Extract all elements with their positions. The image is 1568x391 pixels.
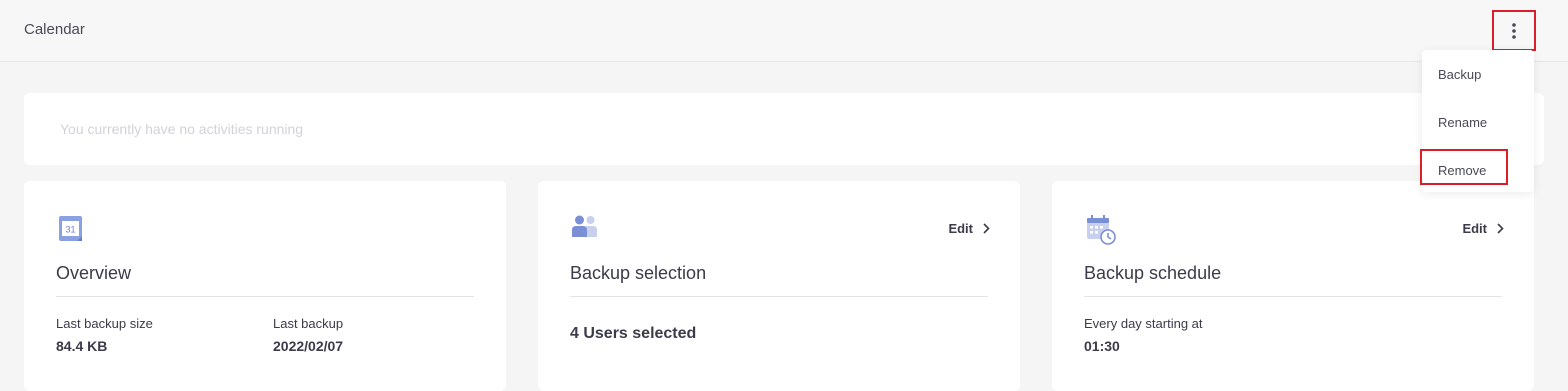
edit-label: Edit xyxy=(948,221,973,236)
divider xyxy=(570,296,988,297)
menu-item-backup[interactable]: Backup xyxy=(1438,67,1481,82)
backup-selection-card: Edit Backup selection 4 Users selected xyxy=(538,181,1020,391)
overview-title: Overview xyxy=(56,263,132,283)
backup-schedule-title: Backup schedule xyxy=(1084,263,1222,283)
last-backup-size-label: Last backup size xyxy=(56,316,153,331)
options-dropdown-menu: Backup Rename Remove xyxy=(1420,50,1534,192)
svg-text:31: 31 xyxy=(65,225,75,235)
page-title: Calendar xyxy=(24,21,85,38)
calendar-clock-icon xyxy=(1086,215,1116,250)
schedule-frequency-label: Every day starting at xyxy=(1084,316,1203,331)
menu-item-remove[interactable]: Remove xyxy=(1438,163,1486,178)
chevron-right-icon xyxy=(983,223,990,234)
menu-item-rename[interactable]: Rename xyxy=(1438,115,1487,130)
users-selected-summary: 4 Users selected xyxy=(570,325,697,342)
more-options-button[interactable] xyxy=(1492,10,1536,51)
activity-banner: You currently have no activities running xyxy=(24,93,1544,165)
overview-card: 31 Overview Last backup size 84.4 KB Las… xyxy=(24,181,506,391)
last-backup-label: Last backup xyxy=(273,316,344,331)
calendar-31-icon: 31 xyxy=(58,215,84,248)
last-backup-value: 2022/02/07 xyxy=(273,338,344,354)
edit-selection-link[interactable]: Edit xyxy=(948,221,990,236)
more-vertical-icon xyxy=(1512,22,1516,39)
schedule-time-value: 01:30 xyxy=(1084,338,1120,354)
users-icon xyxy=(572,215,600,244)
edit-schedule-link[interactable]: Edit xyxy=(1462,221,1504,236)
chevron-right-icon xyxy=(1497,223,1504,234)
activity-message: You currently have no activities running xyxy=(60,121,304,137)
edit-label: Edit xyxy=(1462,221,1487,236)
backup-schedule-card: Edit Backup schedule Every day starting … xyxy=(1052,181,1534,391)
divider xyxy=(56,296,474,297)
top-bar: Calendar xyxy=(0,0,1568,62)
last-backup-size-value: 84.4 KB xyxy=(56,338,108,354)
backup-selection-title: Backup selection xyxy=(570,263,707,283)
divider xyxy=(1084,296,1502,297)
